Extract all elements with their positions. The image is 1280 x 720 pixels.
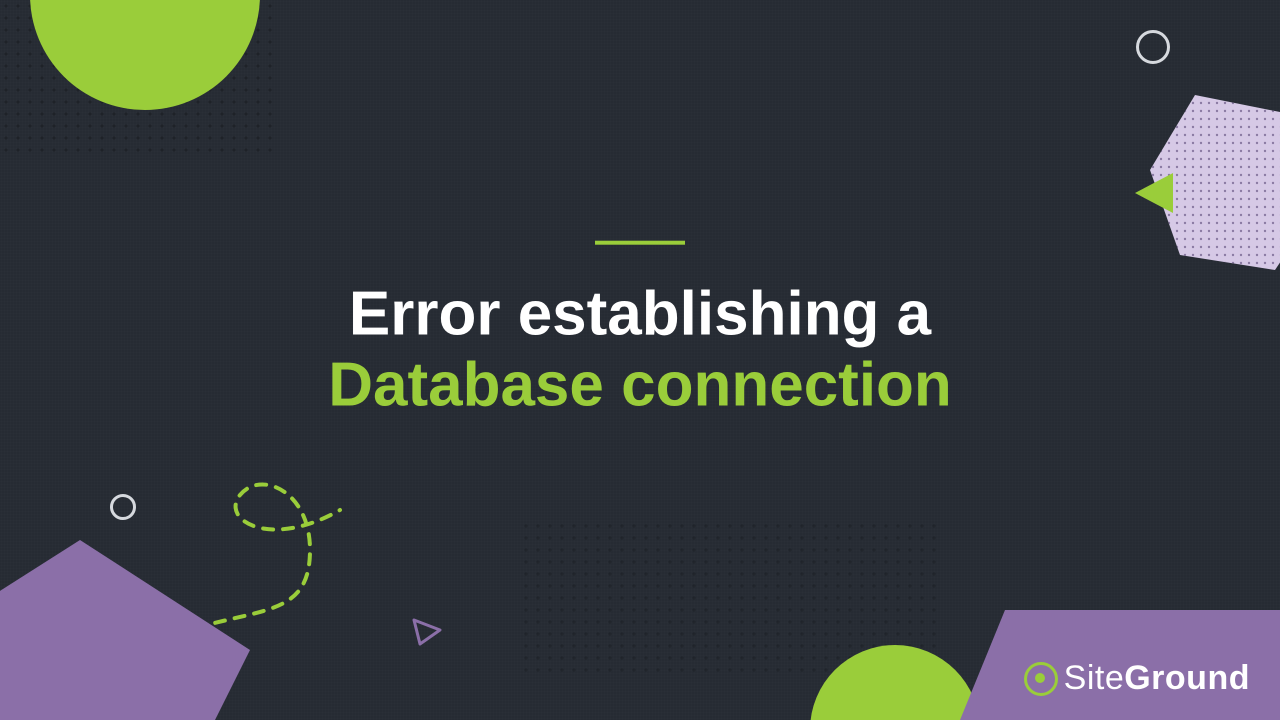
triangle-outline-bottom-icon	[410, 612, 446, 648]
ring-top-right-icon	[1136, 30, 1170, 64]
title-block: Error establishing a Database connection	[0, 241, 1280, 422]
purple-trapezoid-bottom-left	[0, 540, 270, 720]
title-line-1: Error establishing a	[0, 279, 1280, 350]
logo-badge-icon	[1024, 662, 1058, 696]
accent-bar	[595, 241, 685, 245]
siteground-logo: SiteGround	[1024, 659, 1250, 698]
brand-name-part2: Ground	[1124, 659, 1250, 697]
title-line-2: Database connection	[0, 350, 1280, 421]
ring-bottom-left-icon	[110, 494, 136, 520]
green-circle-top-left	[30, 0, 260, 110]
brand-name-part1: Site	[1064, 659, 1125, 697]
